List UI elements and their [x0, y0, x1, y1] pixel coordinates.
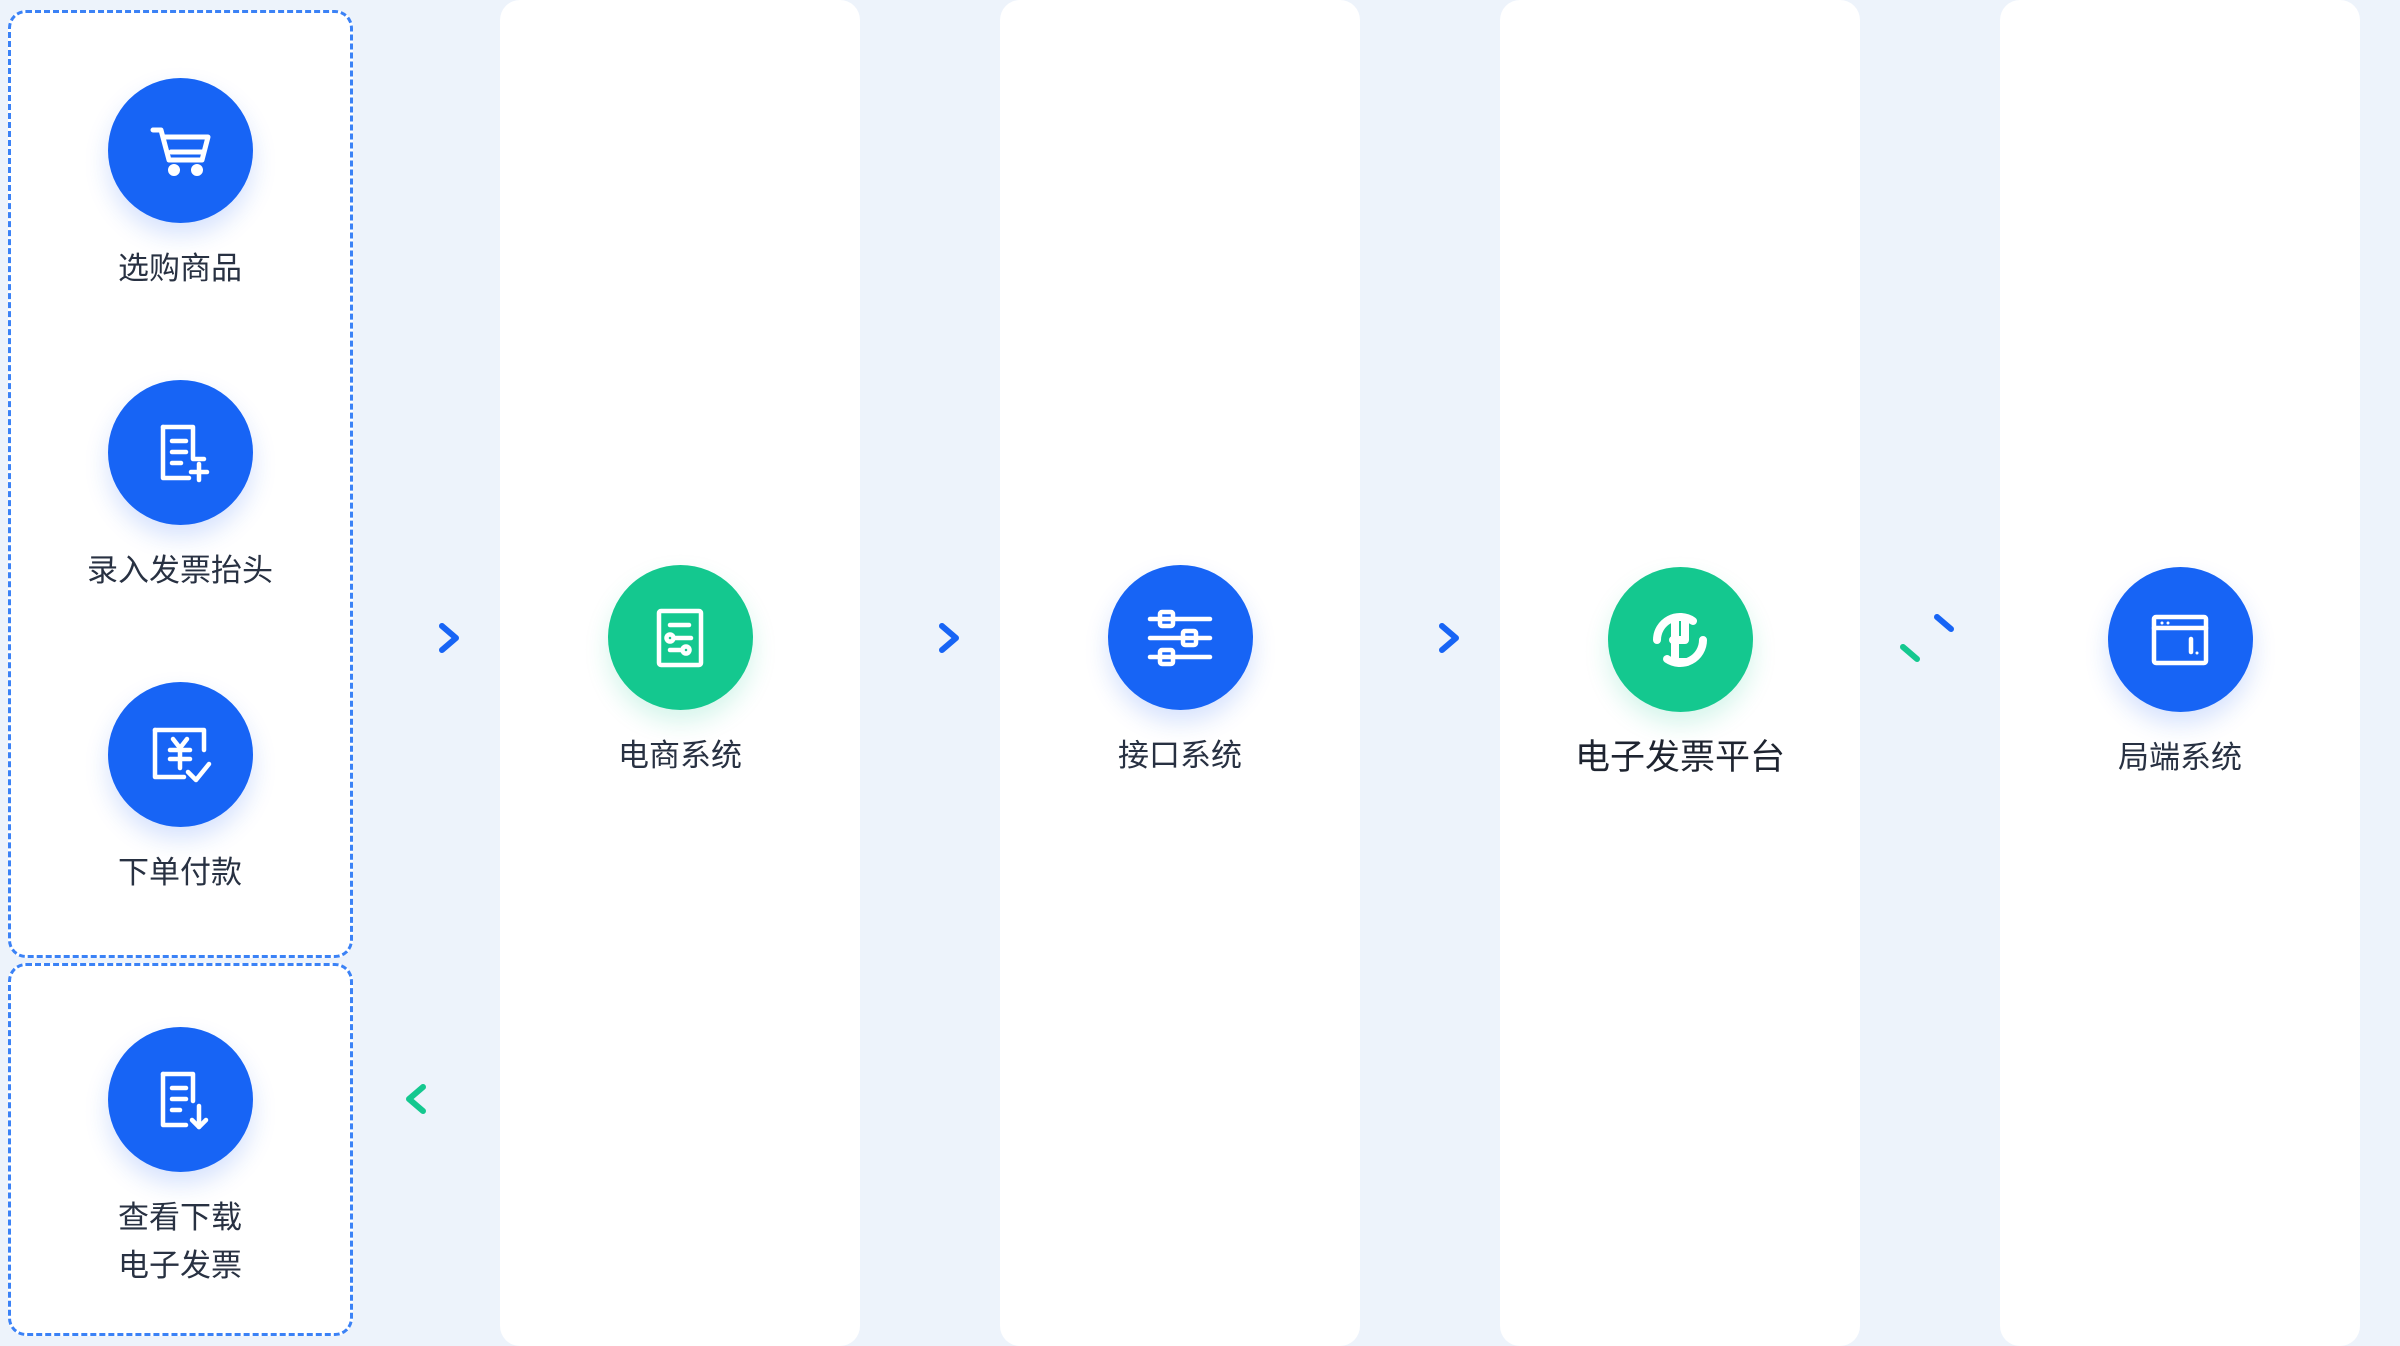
- ecommerce-system-label: 电商系统: [618, 738, 742, 774]
- shopping-cart-icon: [107, 78, 253, 223]
- right-arrow-icon: [895, 614, 973, 662]
- interface-system-label: 接口系统: [1118, 738, 1242, 774]
- interface-system-node: 接口系统: [1050, 565, 1310, 780]
- document-list-icon: [607, 565, 753, 710]
- bureau-system-label: 局端系统: [2118, 740, 2242, 776]
- right-arrow-icon: [395, 614, 473, 662]
- select-products-label: 选购商品: [118, 251, 242, 287]
- right-arrow-icon: [1395, 614, 1473, 662]
- exchange-arrows-icon: [1888, 607, 1966, 662]
- e-invoice-platform-label: 电子发票平台: [1574, 738, 1785, 778]
- document-add-icon: [107, 380, 253, 525]
- payment-check-icon: [107, 682, 253, 827]
- enter-invoice-title-step: 录入发票抬头: [50, 380, 310, 595]
- view-download-invoice-label: 查看下载 电子发票: [118, 1200, 242, 1284]
- document-download-icon: [107, 1027, 253, 1172]
- place-order-payment-label: 下单付款: [118, 855, 242, 891]
- left-arrow-icon: [392, 1075, 470, 1123]
- view-download-invoice-step: 查看下载 电子发票: [50, 1027, 310, 1290]
- bureau-system-node: 局端系统: [2050, 567, 2310, 782]
- select-products-step: 选购商品: [50, 78, 310, 293]
- settings-sliders-icon: [1107, 565, 1253, 710]
- ecommerce-system-node: 电商系统: [550, 565, 810, 780]
- e-invoice-platform-node: 电子发票平台: [1550, 567, 1810, 782]
- place-order-payment-step: 下单付款: [50, 682, 310, 897]
- platform-logo-icon: [1607, 567, 1753, 712]
- enter-invoice-title-label: 录入发票抬头: [87, 553, 273, 589]
- invoice-flow-diagram: 选购商品 录入发票抬头 下单付款 查看下载 电子发票 电商系统 接口系统 电子发…: [0, 0, 2400, 1346]
- window-terminal-icon: [2107, 567, 2253, 712]
